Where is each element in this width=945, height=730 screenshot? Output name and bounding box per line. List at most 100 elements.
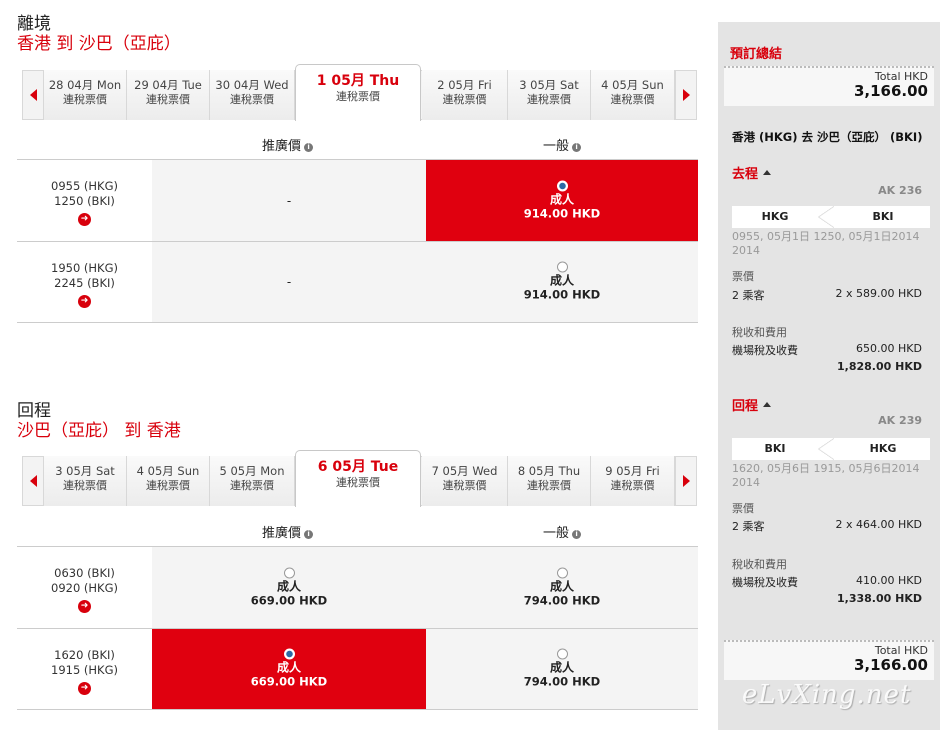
fare-label: 票價	[732, 270, 754, 283]
total-value: 3,166.00	[853, 656, 928, 674]
departure-route: 香港 到 沙巴（亞庇）	[17, 34, 181, 54]
arrival-time: 1915 (HKG)	[51, 663, 118, 677]
total-label: Total HKD	[874, 644, 928, 657]
column-header-promo: 推廣價 i	[262, 522, 314, 541]
tax-label: 稅收和費用	[732, 326, 787, 339]
column-header-normal: 一般 i	[543, 522, 582, 541]
flight-row: 0955 (HKG) 1250 (BKI) ➜ - 成人 914.00 HKD	[17, 159, 698, 241]
column-header-promo: 推廣價 i	[262, 135, 314, 154]
promo-fare-cell[interactable]: 成人 669.00 HKD	[152, 547, 426, 628]
column-header-normal: 一般 i	[543, 135, 582, 154]
total-box-bottom: Total HKD 3,166.00	[724, 640, 934, 680]
date-tab[interactable]: 5 05月 Mon 連稅票價	[210, 456, 295, 506]
summary-route: 香港 (HKG) 去 沙巴（亞庇） (BKI)	[732, 130, 923, 144]
fare-unavailable: -	[286, 193, 292, 208]
inbound-subtotal: 1,338.00 HKD	[837, 592, 922, 605]
normal-fare-cell[interactable]: 成人 914.00 HKD	[426, 242, 698, 322]
date-tab[interactable]: 3 05月 Sat 連稅票價	[508, 70, 591, 120]
inbound-toggle[interactable]: 回程	[732, 395, 772, 414]
fare-radio[interactable]	[556, 180, 568, 191]
fare-radio[interactable]	[556, 261, 568, 273]
return-section: 回程 沙巴（亞庇） 到 香港 3 05月 Sat 連稅票價 4 05月 Sun 連稅…	[17, 401, 698, 711]
normal-fare-cell[interactable]: 成人 794.00 HKD	[426, 629, 698, 709]
normal-fare-cell-selected[interactable]: 成人 914.00 HKD	[426, 160, 698, 241]
flight-details-icon[interactable]: ➜	[78, 213, 91, 226]
triangle-left-icon	[29, 475, 37, 487]
fare-label: 票價	[732, 502, 754, 515]
flight-row: 1620 (BKI) 1915 (HKG) ➜ 成人 669.00 HKD 成人 7…	[17, 628, 698, 710]
next-dates-button[interactable]	[675, 70, 697, 120]
departure-time: 1620 (BKI)	[54, 648, 115, 662]
next-dates-button[interactable]	[675, 456, 697, 506]
departure-time: 0955 (HKG)	[51, 179, 118, 193]
tax-label: 稅收和費用	[732, 558, 787, 571]
summary-title: 預訂總結	[730, 47, 783, 62]
date-tab[interactable]: 4 05月 Sun 連稅票價	[127, 456, 210, 506]
tax-line: 機場稅及收費 650.00 HKD	[732, 342, 922, 357]
date-tab[interactable]: 9 05月 Fri 連稅票價	[591, 456, 675, 506]
date-tab-selected[interactable]: 6 05月 Tue 連稅票價	[295, 450, 421, 507]
prev-dates-button[interactable]	[22, 456, 44, 506]
date-tab[interactable]: 30 04月 Wed 連稅票價	[210, 70, 295, 120]
promo-fare-cell: -	[152, 242, 426, 322]
watermark: eLvXing.net	[742, 680, 912, 710]
info-icon[interactable]: i	[304, 143, 314, 152]
promo-fare-cell: -	[152, 160, 426, 241]
caret-up-icon	[763, 402, 772, 407]
departure-title: 離境	[17, 14, 51, 34]
promo-fare-cell-selected[interactable]: 成人 669.00 HKD	[152, 629, 426, 709]
date-tab[interactable]: 8 05月 Thu 連稅票價	[508, 456, 591, 506]
arrival-time: 2245 (BKI)	[54, 276, 115, 290]
date-tab[interactable]: 29 04月 Tue 連稅票價	[127, 70, 210, 120]
info-icon[interactable]: i	[572, 143, 582, 152]
total-label: Total HKD	[874, 70, 928, 83]
fare-radio[interactable]	[283, 567, 295, 578]
info-icon[interactable]: i	[572, 530, 582, 539]
date-tab[interactable]: 3 05月 Sat 連稅票價	[44, 456, 127, 506]
triangle-left-icon	[29, 89, 37, 101]
flight-row: 1950 (HKG) 2245 (BKI) ➜ - 成人 914.00 HKD	[17, 241, 698, 323]
inbound-od-bar: BKI HKG	[732, 438, 930, 460]
prev-dates-button[interactable]	[22, 70, 44, 120]
fare-unavailable: -	[286, 275, 292, 289]
fare-radio[interactable]	[283, 648, 295, 660]
date-tab[interactable]: 28 04月 Mon 連稅票價	[44, 70, 127, 120]
date-tab-selected[interactable]: 1 05月 Thu 連稅票價	[295, 64, 421, 121]
passenger-line: 2 乘客 2 x 589.00 HKD	[732, 287, 922, 302]
flight-details-icon[interactable]: ➜	[78, 600, 91, 613]
inbound-flight-number: AK 239	[878, 414, 922, 427]
date-tab[interactable]: 2 05月 Fri 連稅票價	[422, 70, 508, 120]
return-date-bar: 3 05月 Sat 連稅票價 4 05月 Sun 連稅票價 5 05月 Mon 連稅票…	[22, 450, 697, 507]
caret-up-icon	[763, 170, 772, 175]
return-route: 沙巴（亞庇） 到 香港	[17, 421, 181, 441]
triangle-right-icon	[682, 89, 690, 101]
total-value: 3,166.00	[853, 82, 928, 100]
outbound-toggle[interactable]: 去程	[732, 163, 772, 182]
triangle-right-icon	[682, 475, 690, 487]
fare-radio[interactable]	[556, 648, 568, 660]
flight-details-icon[interactable]: ➜	[78, 682, 91, 695]
departure-date-bar: 28 04月 Mon 連稅票價 29 04月 Tue 連稅票價 30 04月 Wed…	[22, 64, 697, 121]
outbound-schedule: 0955, 05月1日 1250, 05月1日2014 2014	[732, 230, 920, 257]
tax-line: 機場稅及收費 410.00 HKD	[732, 574, 922, 589]
outbound-flight-number: AK 236	[878, 184, 922, 197]
arrival-time: 0920 (HKG)	[51, 581, 118, 595]
date-tab[interactable]: 7 05月 Wed 連稅票價	[422, 456, 508, 506]
outbound-od-bar: HKG BKI	[732, 206, 930, 228]
info-icon[interactable]: i	[304, 530, 314, 539]
inbound-schedule: 1620, 05月6日 1915, 05月6日2014 2014	[732, 462, 920, 489]
fare-radio[interactable]	[556, 567, 568, 578]
passenger-line: 2 乘客 2 x 464.00 HKD	[732, 518, 922, 533]
return-title: 回程	[17, 401, 51, 421]
outbound-subtotal: 1,828.00 HKD	[837, 360, 922, 373]
flight-details-icon[interactable]: ➜	[78, 295, 91, 308]
booking-summary-panel: 預訂總結 Total HKD 3,166.00 香港 (HKG) 去 沙巴（亞庇…	[718, 22, 940, 730]
departure-section: 離境 香港 到 沙巴（亞庇） 28 04月 Mon 連稅票價 29 04月 Tue…	[17, 14, 698, 324]
departure-time: 1950 (HKG)	[51, 261, 118, 275]
flight-row: 0630 (BKI) 0920 (HKG) ➜ 成人 669.00 HKD 成人 7…	[17, 546, 698, 628]
date-tab[interactable]: 4 05月 Sun 連稅票價	[591, 70, 675, 120]
arrival-time: 1250 (BKI)	[54, 194, 115, 208]
departure-time: 0630 (BKI)	[54, 566, 115, 580]
total-box-top: Total HKD 3,166.00	[724, 66, 934, 106]
normal-fare-cell[interactable]: 成人 794.00 HKD	[426, 547, 698, 628]
